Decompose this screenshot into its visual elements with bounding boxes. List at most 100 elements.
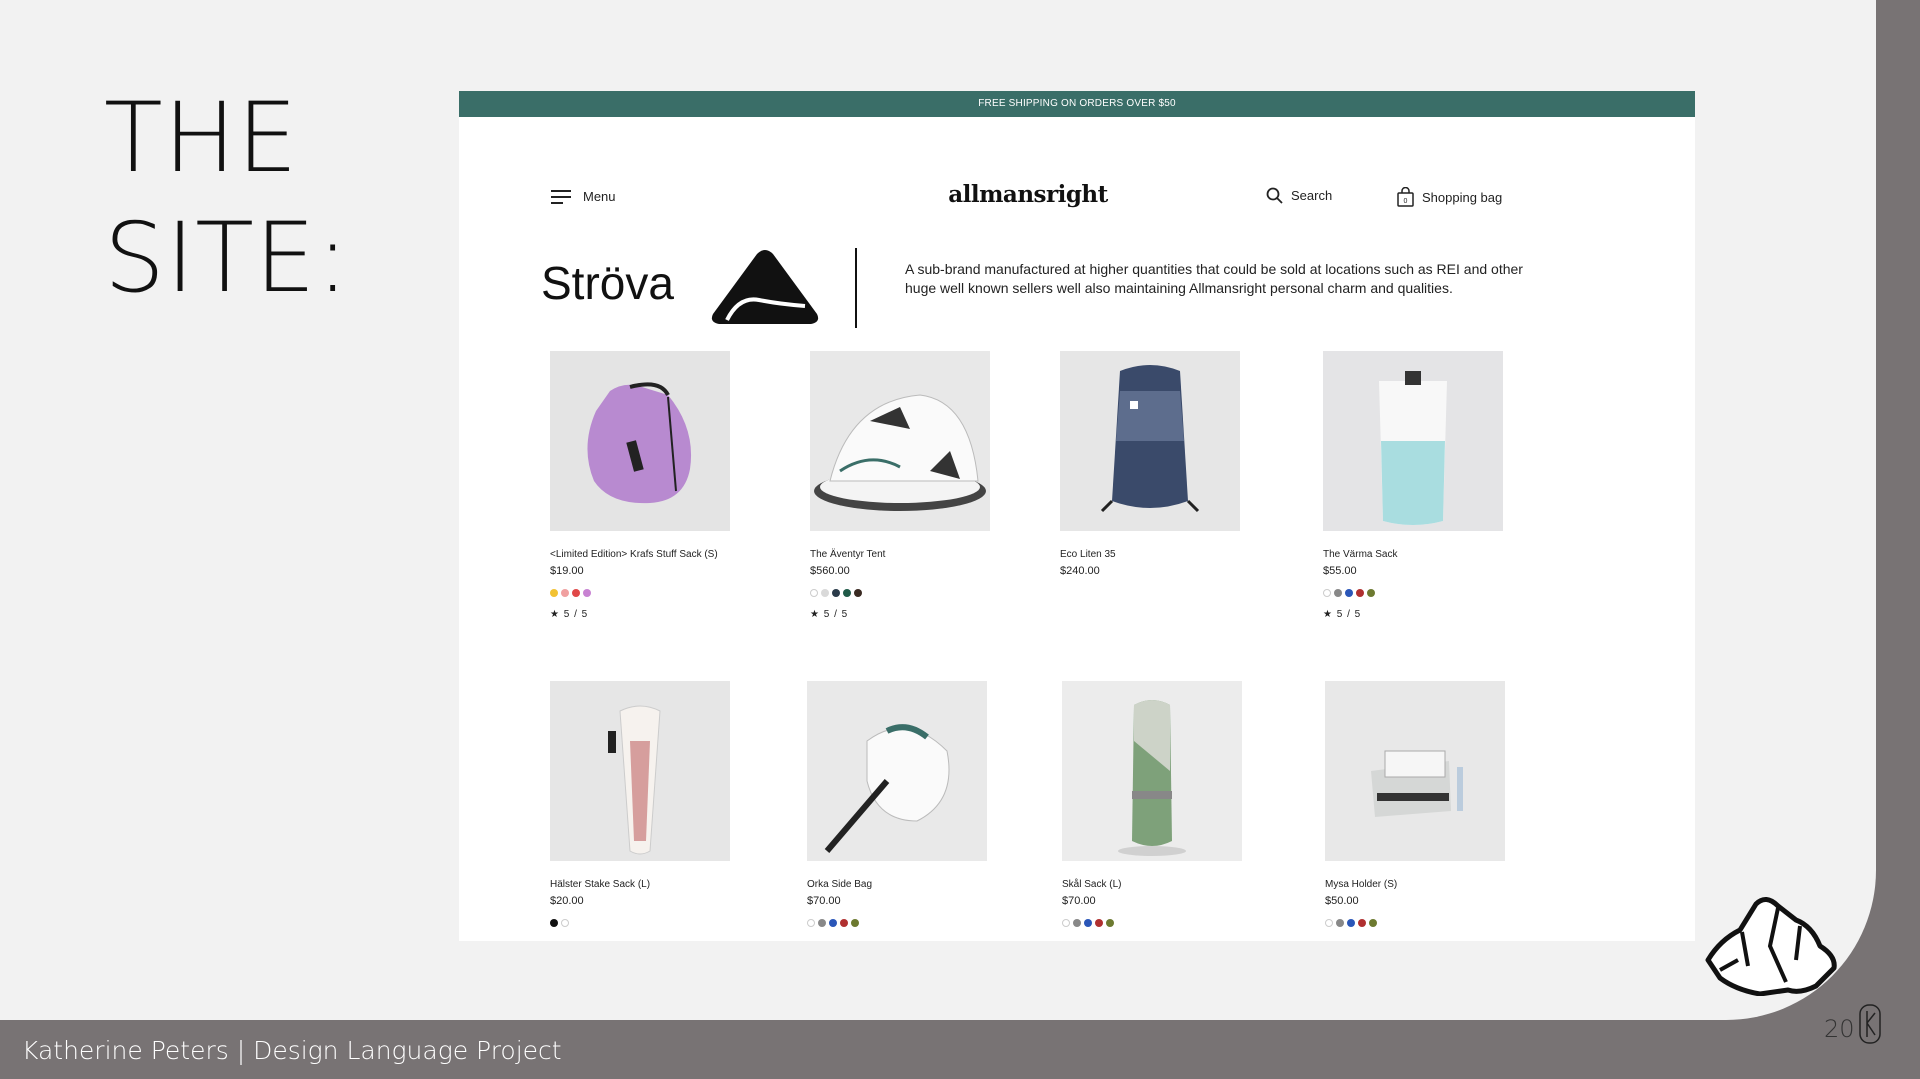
- color-swatch[interactable]: [561, 589, 569, 597]
- color-swatch[interactable]: [1358, 919, 1366, 927]
- color-swatch[interactable]: [1106, 919, 1114, 927]
- color-swatch[interactable]: [818, 919, 826, 927]
- color-swatch[interactable]: [810, 589, 818, 597]
- search-button[interactable]: Search: [1266, 187, 1332, 204]
- product-name[interactable]: Mysa Holder (S): [1325, 879, 1525, 890]
- product-card[interactable]: Orka Side Bag $70.00: [807, 681, 1007, 939]
- product-image[interactable]: [1060, 351, 1240, 531]
- mysa-holder-image: [1325, 681, 1505, 861]
- side-bag-image: [807, 681, 987, 861]
- product-name[interactable]: Skål Sack (L): [1062, 879, 1262, 890]
- color-swatch[interactable]: [1347, 919, 1355, 927]
- slide-title-line-1: THE: [104, 82, 299, 194]
- search-label: Search: [1291, 188, 1333, 203]
- stuff-sack-image: [550, 351, 730, 531]
- product-price: $560.00: [810, 565, 850, 577]
- product-price: $20.00: [550, 895, 584, 907]
- brand-divider: [855, 248, 857, 328]
- color-swatch[interactable]: [1334, 589, 1342, 597]
- product-card[interactable]: Eco Liten 35 $240.00: [1060, 351, 1260, 601]
- product-image[interactable]: [550, 681, 730, 861]
- product-name[interactable]: Orka Side Bag: [807, 879, 1007, 890]
- product-image[interactable]: [1323, 351, 1503, 531]
- color-swatch[interactable]: [550, 919, 558, 927]
- product-image[interactable]: [1325, 681, 1505, 861]
- color-swatch[interactable]: [1367, 589, 1375, 597]
- slide-title-line-2: SITE:: [104, 202, 350, 314]
- product-card[interactable]: <Limited Edition> Krafs Stuff Sack (S) $…: [550, 351, 750, 620]
- product-name[interactable]: Hälster Stake Sack (L): [550, 879, 750, 890]
- color-swatch[interactable]: [1325, 919, 1333, 927]
- search-icon: [1266, 187, 1283, 204]
- color-swatch[interactable]: [843, 589, 851, 597]
- color-swatch[interactable]: [807, 919, 815, 927]
- color-swatch[interactable]: [1356, 589, 1364, 597]
- color-swatch[interactable]: [854, 589, 862, 597]
- brand-name: Ströva: [541, 257, 674, 309]
- product-image[interactable]: [550, 351, 730, 531]
- footer-credit: Katherine Peters | Design Language Proje…: [22, 1036, 562, 1065]
- color-swatches: [1062, 919, 1262, 927]
- color-swatches: [550, 919, 750, 927]
- shipping-banner: FREE SHIPPING ON ORDERS OVER $50: [459, 91, 1695, 117]
- backpack-image: [1060, 351, 1240, 531]
- bag-count: 0: [1404, 198, 1408, 205]
- product-price: $19.00: [550, 565, 584, 577]
- color-swatch[interactable]: [832, 589, 840, 597]
- page-number: 20: [1824, 1015, 1855, 1043]
- product-image[interactable]: [807, 681, 987, 861]
- website-screenshot: FREE SHIPPING ON ORDERS OVER $50 Menu al…: [459, 91, 1695, 941]
- product-price: $55.00: [1323, 565, 1357, 577]
- shopping-bag-button[interactable]: 0 Shopping bag: [1397, 187, 1502, 207]
- color-swatches: [550, 589, 750, 597]
- color-swatch[interactable]: [851, 919, 859, 927]
- mountain-logo-icon: [711, 250, 819, 324]
- product-price: $70.00: [1062, 895, 1096, 907]
- product-name[interactable]: The Värma Sack: [1323, 549, 1523, 560]
- product-card[interactable]: The Värma Sack $55.00 ★ 5 / 5: [1323, 351, 1523, 620]
- brand-intro: Ströva A sub-brand manufactured at highe…: [459, 236, 1695, 328]
- tent-image: [810, 351, 990, 531]
- product-price: $50.00: [1325, 895, 1359, 907]
- product-card[interactable]: Skål Sack (L) $70.00: [1062, 681, 1262, 939]
- color-swatches: [807, 919, 1007, 927]
- product-price: $70.00: [807, 895, 841, 907]
- product-name[interactable]: <Limited Edition> Krafs Stuff Sack (S): [550, 549, 750, 560]
- product-card[interactable]: Mysa Holder (S) $50.00: [1325, 681, 1525, 939]
- site-header: Menu allmansright Search 0 Shopping bag: [459, 181, 1695, 221]
- color-swatch[interactable]: [550, 589, 558, 597]
- product-card[interactable]: Hälster Stake Sack (L) $20.00: [550, 681, 750, 939]
- color-swatch[interactable]: [583, 589, 591, 597]
- monogram-icon: [1859, 1004, 1881, 1044]
- product-image[interactable]: [810, 351, 990, 531]
- color-swatch[interactable]: [1062, 919, 1070, 927]
- color-swatch[interactable]: [829, 919, 837, 927]
- rock-logo-icon: [1705, 897, 1837, 996]
- color-swatch[interactable]: [561, 919, 569, 927]
- color-swatch[interactable]: [1345, 589, 1353, 597]
- stake-sack-image: [550, 681, 730, 861]
- product-rating: ★ 5 / 5: [810, 609, 849, 620]
- color-swatch[interactable]: [840, 919, 848, 927]
- color-swatches: [810, 589, 1010, 597]
- color-swatch[interactable]: [1084, 919, 1092, 927]
- shopping-bag-label: Shopping bag: [1422, 189, 1503, 205]
- product-card[interactable]: The Äventyr Tent $560.00 ★ 5 / 5: [810, 351, 1010, 620]
- drybag-image: [1323, 351, 1503, 531]
- color-swatch[interactable]: [1369, 919, 1377, 927]
- shopping-bag-icon: 0: [1397, 187, 1414, 207]
- product-rating: ★ 5 / 5: [1323, 609, 1362, 620]
- color-swatch[interactable]: [1323, 589, 1331, 597]
- product-name[interactable]: The Äventyr Tent: [810, 549, 1010, 560]
- color-swatch[interactable]: [821, 589, 829, 597]
- brand-description: A sub-brand manufactured at higher quant…: [905, 261, 1523, 296]
- product-price: $240.00: [1060, 565, 1100, 577]
- color-swatch[interactable]: [1336, 919, 1344, 927]
- color-swatch[interactable]: [1073, 919, 1081, 927]
- color-swatch[interactable]: [572, 589, 580, 597]
- color-swatches: [1325, 919, 1525, 927]
- product-image[interactable]: [1062, 681, 1242, 861]
- color-swatch[interactable]: [1095, 919, 1103, 927]
- product-rating: ★ 5 / 5: [550, 609, 589, 620]
- product-name[interactable]: Eco Liten 35: [1060, 549, 1260, 560]
